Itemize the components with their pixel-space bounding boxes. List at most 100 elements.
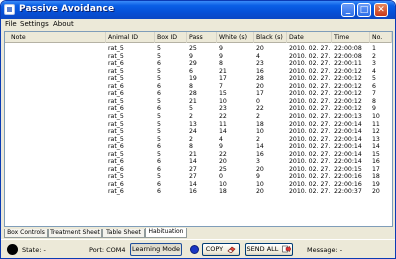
cell-date: 2010. 02. 27. <box>289 60 331 68</box>
cell-box-id: 5 <box>157 128 161 136</box>
col-white[interactable]: White (s) <box>217 32 254 43</box>
table-row[interactable]: rat_5 5 24 14 10 2010. 02. 27. 22:00:14 12 <box>5 128 392 136</box>
tab-treatment-sheet[interactable]: Treatment Sheet <box>48 229 102 238</box>
cell-box-id: 6 <box>157 60 161 68</box>
tab-habituation[interactable]: Habituation <box>145 228 187 238</box>
table-row[interactable]: rat_6 6 14 10 10 2010. 02. 27. 22:00:16 19 <box>5 181 392 189</box>
cell-white: 22 <box>219 150 227 158</box>
cell-pass: 8 <box>189 82 193 90</box>
copy-label: COPY <box>205 245 224 253</box>
col-no[interactable]: No. <box>370 32 392 43</box>
cell-box-id: 6 <box>157 165 161 173</box>
cell-white: 9 <box>219 45 223 52</box>
cell-black: 0 <box>256 97 260 105</box>
cell-time: 22:00:14 <box>334 120 362 128</box>
cell-date: 2010. 02. 27. <box>289 128 331 136</box>
table-header: Note Animal ID Box ID Pass White (s) Bla… <box>5 32 392 43</box>
cell-time: 22:00:37 <box>334 188 362 196</box>
cell-date: 2010. 02. 27. <box>289 158 331 166</box>
cell-white: 17 <box>219 75 227 83</box>
table-row[interactable]: rat_6 6 16 18 20 2010. 02. 27. 22:00:37 20 <box>5 188 392 196</box>
cell-animal-id: rat_5 <box>108 150 124 158</box>
tab-table-sheet[interactable]: Table Sheet <box>102 229 145 238</box>
menu-settings[interactable]: Settings <box>20 19 49 30</box>
learning-mode-button[interactable]: Learning Mode <box>130 243 182 256</box>
cell-no: 13 <box>372 135 380 143</box>
cell-animal-id: rat_6 <box>108 180 124 188</box>
cell-black: 3 <box>256 158 260 166</box>
cell-white: 21 <box>219 67 227 75</box>
cell-date: 2010. 02. 27. <box>289 75 331 83</box>
table-row[interactable]: rat_5 5 6 21 16 2010. 02. 27. 22:00:12 4 <box>5 68 392 76</box>
status-bar: State: - Port: COM4 Learning Mode COPY S… <box>1 239 395 258</box>
table-row[interactable]: rat_5 5 13 11 18 2010. 02. 27. 22:00:14 11 <box>5 121 392 129</box>
col-time[interactable]: Time <box>332 32 370 43</box>
menu-about[interactable]: About <box>53 19 74 30</box>
menu-file[interactable]: File <box>5 19 17 30</box>
cell-pass: 9 <box>189 52 193 60</box>
table-row[interactable]: rat_5 5 25 9 20 2010. 02. 27. 22:00:08 1 <box>5 45 392 53</box>
results-table[interactable]: Note Animal ID Box ID Pass White (s) Bla… <box>4 31 393 227</box>
cell-box-id: 5 <box>157 112 161 120</box>
maximize-button[interactable]: □ <box>357 3 371 17</box>
cell-white: 0 <box>219 173 223 181</box>
main-window: Passive Avoidance _ □ ✕ File Settings Ab… <box>0 0 396 259</box>
cell-note <box>5 181 11 189</box>
table-row[interactable]: rat_5 5 21 22 16 2010. 02. 27. 22:00:14 15 <box>5 151 392 159</box>
message-label: Message: - <box>307 246 343 254</box>
minimize-button[interactable]: _ <box>341 3 355 17</box>
col-date[interactable]: Date <box>287 32 332 43</box>
col-pass[interactable]: Pass <box>187 32 217 43</box>
tab-strip: Box Controls Treatment Sheet Table Sheet… <box>4 228 393 238</box>
cell-no: 5 <box>372 75 376 83</box>
eraser-icon <box>227 246 236 253</box>
cell-black: 17 <box>256 90 264 98</box>
table-row[interactable]: rat_5 5 21 10 0 2010. 02. 27. 22:00:12 8 <box>5 98 392 106</box>
send-all-button[interactable]: SEND ALL <box>245 243 293 256</box>
cell-black: 20 <box>256 82 264 90</box>
cell-white: 25 <box>219 165 227 173</box>
cell-animal-id: rat_5 <box>108 120 124 128</box>
table-row[interactable]: rat_5 5 19 17 28 2010. 02. 27. 22:00:12 5 <box>5 75 392 83</box>
cell-black: 20 <box>256 188 264 196</box>
cell-no: 19 <box>372 180 380 188</box>
table-row[interactable]: rat_5 5 2 4 2 2010. 02. 27. 22:00:14 13 <box>5 136 392 144</box>
cell-no: 17 <box>372 165 380 173</box>
table-row[interactable]: rat_6 6 5 23 22 2010. 02. 27. 22:00:12 9 <box>5 105 392 113</box>
close-button[interactable]: ✕ <box>374 3 388 17</box>
table-row[interactable]: rat_5 5 2 22 2 2010. 02. 27. 22:00:13 10 <box>5 113 392 121</box>
cell-black: 20 <box>256 165 264 173</box>
cell-pass: 6 <box>189 67 193 75</box>
col-animal-id[interactable]: Animal ID <box>106 32 155 43</box>
table-row[interactable]: rat_6 6 28 15 17 2010. 02. 27. 22:00:12 7 <box>5 90 392 98</box>
table-row[interactable]: rat_6 6 8 7 20 2010. 02. 27. 22:00:12 6 <box>5 83 392 91</box>
col-box-id[interactable]: Box ID <box>155 32 187 43</box>
cell-black: 4 <box>256 52 260 60</box>
table-row[interactable]: rat_5 5 9 9 4 2010. 02. 27. 22:00:08 2 <box>5 53 392 61</box>
cell-black: 2 <box>256 112 260 120</box>
cell-date: 2010. 02. 27. <box>289 143 331 151</box>
cell-date: 2010. 02. 27. <box>289 173 331 181</box>
table-row[interactable]: rat_6 6 29 8 23 2010. 02. 27. 22:00:11 3 <box>5 60 392 68</box>
table-row[interactable]: rat_6 6 8 9 14 2010. 02. 27. 22:00:14 14 <box>5 143 392 151</box>
cell-date: 2010. 02. 27. <box>289 165 331 173</box>
cell-note <box>5 98 11 106</box>
copy-button[interactable]: COPY <box>202 243 240 256</box>
title-bar: Passive Avoidance _ □ ✕ <box>1 1 395 19</box>
cell-date: 2010. 02. 27. <box>289 180 331 188</box>
cell-note <box>5 173 11 181</box>
col-note[interactable]: Note <box>5 32 106 43</box>
table-row[interactable]: rat_6 6 14 20 3 2010. 02. 27. 22:00:14 16 <box>5 158 392 166</box>
col-black[interactable]: Black (s) <box>254 32 287 43</box>
cell-time: 22:00:14 <box>334 128 362 136</box>
cell-black: 9 <box>256 173 260 181</box>
cell-date: 2010. 02. 27. <box>289 112 331 120</box>
table-row[interactable]: rat_6 6 27 25 20 2010. 02. 27. 22:00:15 17 <box>5 166 392 174</box>
table-row[interactable]: rat_5 5 27 0 9 2010. 02. 27. 22:00:16 18 <box>5 173 392 181</box>
cell-time: 22:00:08 <box>334 52 362 60</box>
tab-box-controls[interactable]: Box Controls <box>4 229 48 238</box>
cell-note <box>5 68 11 76</box>
cell-animal-id: rat_6 <box>108 90 124 98</box>
cell-pass: 2 <box>189 135 193 143</box>
cell-time: 22:00:14 <box>334 143 362 151</box>
